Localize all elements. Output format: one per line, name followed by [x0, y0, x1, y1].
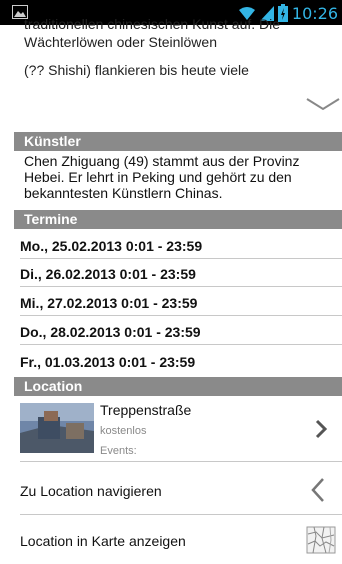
navigate-arrow-icon: [311, 478, 324, 502]
description-line: (?? Shishi) flankieren bis heute viele: [24, 62, 249, 78]
location-price: kostenlos: [100, 425, 147, 437]
section-header-location: Location: [14, 377, 342, 396]
map-label: Location in Karte anzeigen: [20, 533, 186, 549]
section-header-dates: Termine: [14, 210, 342, 229]
date-row[interactable]: Mi., 27.02.2013 0:01 - 23:59: [20, 291, 342, 316]
location-thumbnail: [20, 403, 94, 453]
map-icon: [306, 526, 336, 554]
navigate-to-location-button[interactable]: Zu Location navigieren: [20, 466, 342, 515]
status-time: 10:26: [291, 3, 338, 23]
location-item[interactable]: Treppenstraße kostenlos Events:: [20, 399, 342, 462]
date-row[interactable]: Do., 28.02.2013 0:01 - 23:59: [20, 320, 342, 345]
artist-text: Chen Zhiguang (49) stammt aus der Provin…: [24, 153, 300, 201]
expand-chevron-icon[interactable]: [305, 96, 341, 112]
date-row[interactable]: Mo., 25.02.2013 0:01 - 23:59: [20, 234, 342, 259]
date-row[interactable]: Di., 26.02.2013 0:01 - 23:59: [20, 262, 342, 287]
show-location-on-map-button[interactable]: Location in Karte anzeigen: [20, 516, 342, 564]
chevron-right-icon: [315, 419, 328, 439]
location-name: Treppenstraße: [100, 402, 192, 418]
description-line-cut: traditionellen chinesischen Kunst auf. D…: [24, 16, 281, 32]
description-line: Wächterlöwen oder Steinlöwen: [24, 34, 217, 50]
date-row[interactable]: Fr., 01.03.2013 0:01 - 23:59: [20, 350, 342, 374]
location-events: Events:: [100, 445, 137, 457]
navigate-label: Zu Location navigieren: [20, 483, 162, 499]
section-header-artist: Künstler: [14, 132, 342, 151]
